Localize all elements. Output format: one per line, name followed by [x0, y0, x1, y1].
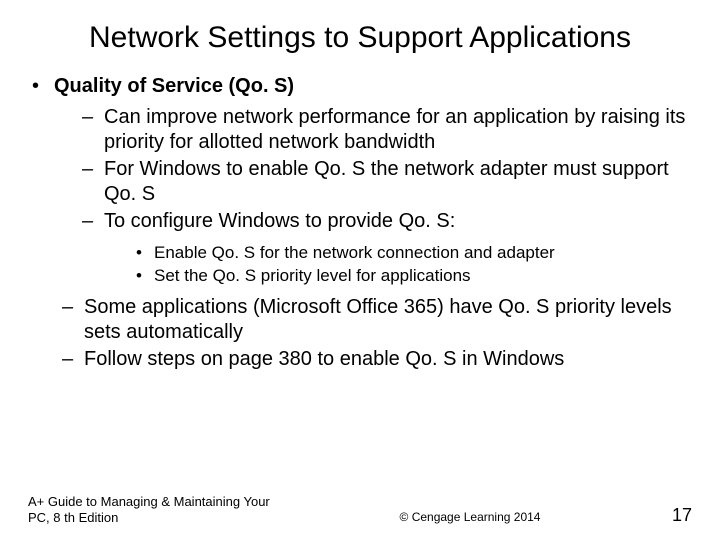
footer-center: © Cengage Learning 2014	[288, 510, 652, 526]
tail-bullet: Some applications (Microsoft Office 365)…	[62, 295, 692, 345]
slide-title: Network Settings to Support Applications	[0, 0, 720, 56]
slide-footer: A+ Guide to Managing & Maintaining Your …	[0, 494, 720, 527]
footer-left: A+ Guide to Managing & Maintaining Your …	[28, 494, 288, 527]
sub-bullet: To configure Windows to provide Qo. S: E…	[82, 209, 692, 287]
topic-label: Quality of Service (Qo. S)	[54, 75, 294, 97]
sub-bullet-text: To configure Windows to provide Qo. S:	[104, 210, 455, 232]
slide-body: Quality of Service (Qo. S) Can improve n…	[0, 56, 720, 372]
subsub-bullet: Set the Qo. S priority level for applica…	[136, 265, 692, 286]
subsub-bullet: Enable Qo. S for the network connection …	[136, 242, 692, 263]
sub-bullet: Can improve network performance for an a…	[82, 105, 692, 155]
bullet-topic: Quality of Service (Qo. S) Can improve n…	[28, 74, 692, 372]
slide: Network Settings to Support Applications…	[0, 0, 720, 540]
sub-bullet: For Windows to enable Qo. S the network …	[82, 157, 692, 207]
page-number: 17	[652, 505, 692, 526]
tail-bullet: Follow steps on page 380 to enable Qo. S…	[62, 347, 692, 372]
